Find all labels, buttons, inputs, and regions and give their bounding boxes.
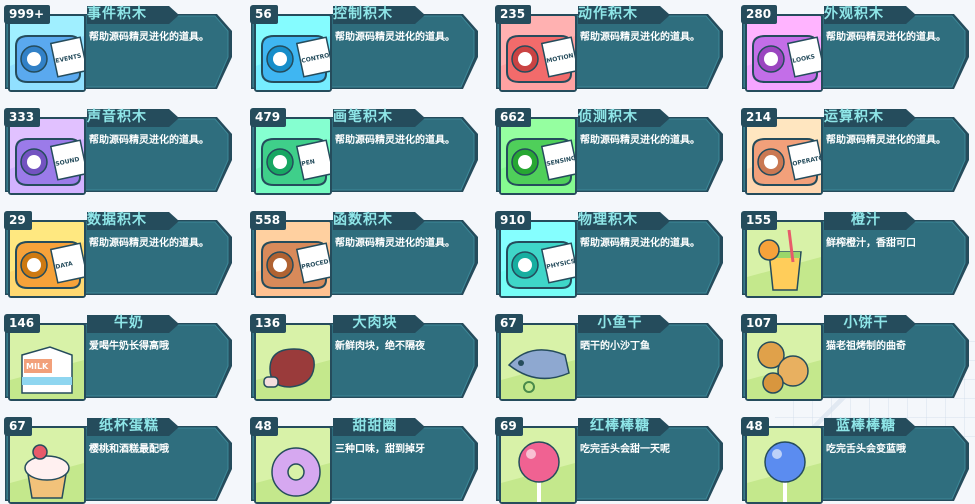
- item-name: 红棒棒糖: [590, 418, 650, 434]
- item-description: 帮助源码精灵进化的道具。: [826, 32, 946, 43]
- item-name: 大肉块: [352, 315, 398, 331]
- item-count-badge: 136: [250, 314, 287, 333]
- item-count-badge: 479: [250, 108, 287, 127]
- item-description: 帮助源码精灵进化的道具。: [89, 135, 209, 146]
- inventory-item-card[interactable]: 67 小鱼干 晒干的小沙丁鱼: [494, 314, 726, 401]
- item-description: 晒干的小沙丁鱼: [580, 341, 650, 352]
- item-name: 甜甜圈: [352, 418, 398, 434]
- inventory-item-card[interactable]: PHYSICS 910 物理积木 帮助源码精灵进化的道具。: [494, 211, 726, 298]
- looks-block-icon: LOOKS: [745, 14, 823, 92]
- item-name: 物理积木: [578, 212, 638, 228]
- item-description: 鲜榨橙汁，香甜可口: [826, 238, 916, 249]
- dried-fish-icon: [499, 323, 577, 401]
- inventory-grid: EVENTS 999+ 事件积木 帮助源码精灵进化的道具。 CONTROL 56…: [0, 0, 975, 504]
- item-name: 蓝棒棒糖: [836, 418, 896, 434]
- physics-block-icon: PHYSICS: [499, 220, 577, 298]
- inventory-item-card[interactable]: DATA 29 数据积木 帮助源码精灵进化的道具。: [3, 211, 235, 298]
- item-description: 帮助源码精灵进化的道具。: [826, 135, 946, 146]
- cookie-icon: [745, 323, 823, 401]
- item-count-badge: 333: [4, 108, 41, 127]
- item-count-badge: 48: [741, 417, 769, 436]
- item-count-badge: 155: [741, 211, 778, 230]
- item-count-badge: 29: [4, 211, 32, 230]
- item-description: 猫老祖烤制的曲奇: [826, 341, 906, 352]
- item-description: 帮助源码精灵进化的道具。: [89, 238, 209, 249]
- item-count-badge: 69: [495, 417, 523, 436]
- item-count-badge: 56: [250, 5, 278, 24]
- inventory-item-card[interactable]: 48 甜甜圈 三种口味，甜到掉牙: [249, 417, 481, 504]
- blue-lollipop-icon: [745, 426, 823, 504]
- inventory-item-card[interactable]: CONTROL 56 控制积木 帮助源码精灵进化的道具。: [249, 5, 481, 92]
- item-name: 外观积木: [824, 6, 884, 22]
- item-name: 牛奶: [114, 315, 144, 331]
- item-count-badge: 662: [495, 108, 532, 127]
- svg-text:MILK: MILK: [26, 362, 49, 371]
- inventory-item-card[interactable]: 67 纸杯蛋糕 樱桃和酒糕最配哦: [3, 417, 235, 504]
- meat-chunk-icon: [254, 323, 332, 401]
- item-count-badge: 48: [250, 417, 278, 436]
- inventory-item-card[interactable]: MOTION 235 动作积木 帮助源码精灵进化的道具。: [494, 5, 726, 92]
- item-count-badge: 146: [4, 314, 41, 333]
- item-count-badge: 280: [741, 5, 778, 24]
- milk-carton-icon: MILK: [8, 323, 86, 401]
- item-description: 帮助源码精灵进化的道具。: [580, 135, 700, 146]
- events-block-icon: EVENTS: [8, 14, 86, 92]
- inventory-item-card[interactable]: SOUND 333 声音积木 帮助源码精灵进化的道具。: [3, 108, 235, 195]
- item-name: 函数积木: [333, 212, 393, 228]
- red-lollipop-icon: [499, 426, 577, 504]
- item-name: 事件积木: [87, 6, 147, 22]
- inventory-item-card[interactable]: 155 橙汁 鲜榨橙汁，香甜可口: [740, 211, 972, 298]
- procedures-block-icon: PROCED: [254, 220, 332, 298]
- item-name: 运算积木: [824, 109, 884, 125]
- item-description: 帮助源码精灵进化的道具。: [335, 135, 455, 146]
- cupcake-icon: [8, 426, 86, 504]
- inventory-item-card[interactable]: 69 红棒棒糖 吃完舌头会甜一天呢: [494, 417, 726, 504]
- inventory-item-card[interactable]: PROCED 558 函数积木 帮助源码精灵进化的道具。: [249, 211, 481, 298]
- item-description: 新鲜肉块，绝不隔夜: [335, 341, 425, 352]
- item-name: 画笔积木: [333, 109, 393, 125]
- item-name: 侦测积木: [578, 109, 638, 125]
- item-count-badge: 235: [495, 5, 532, 24]
- inventory-item-card[interactable]: PEN 479 画笔积木 帮助源码精灵进化的道具。: [249, 108, 481, 195]
- item-count-badge: 214: [741, 108, 778, 127]
- item-count-badge: 999+: [4, 5, 51, 24]
- sensing-block-icon: SENSING: [499, 117, 577, 195]
- item-description: 帮助源码精灵进化的道具。: [580, 238, 700, 249]
- item-count-badge: 107: [741, 314, 778, 333]
- orange-juice-icon: [745, 220, 823, 298]
- inventory-item-card[interactable]: MILK 146 牛奶 爱喝牛奶长得高哦: [3, 314, 235, 401]
- item-count-badge: 910: [495, 211, 532, 230]
- inventory-item-card[interactable]: EVENTS 999+ 事件积木 帮助源码精灵进化的道具。: [3, 5, 235, 92]
- pen-block-icon: PEN: [254, 117, 332, 195]
- operators-block-icon: OPERATO: [745, 117, 823, 195]
- item-name: 小鱼干: [597, 315, 643, 331]
- item-count-badge: 67: [4, 417, 32, 436]
- inventory-item-card[interactable]: LOOKS 280 外观积木 帮助源码精灵进化的道具。: [740, 5, 972, 92]
- data-block-icon: DATA: [8, 220, 86, 298]
- item-count-badge: 67: [495, 314, 523, 333]
- donut-icon: [254, 426, 332, 504]
- item-name: 声音积木: [87, 109, 147, 125]
- item-name: 小饼干: [843, 315, 889, 331]
- item-name: 控制积木: [333, 6, 393, 22]
- item-name: 动作积木: [578, 6, 638, 22]
- motion-block-icon: MOTION: [499, 14, 577, 92]
- item-name: 纸杯蛋糕: [99, 418, 159, 434]
- inventory-item-card[interactable]: 107 小饼干 猫老祖烤制的曲奇: [740, 314, 972, 401]
- inventory-item-card[interactable]: 136 大肉块 新鲜肉块，绝不隔夜: [249, 314, 481, 401]
- item-description: 帮助源码精灵进化的道具。: [335, 32, 455, 43]
- inventory-item-card[interactable]: 48 蓝棒棒糖 吃完舌头会变蓝哦: [740, 417, 972, 504]
- inventory-item-card[interactable]: SENSING 662 侦测积木 帮助源码精灵进化的道具。: [494, 108, 726, 195]
- item-name: 数据积木: [87, 212, 147, 228]
- control-block-icon: CONTROL: [254, 14, 332, 92]
- item-description: 帮助源码精灵进化的道具。: [335, 238, 455, 249]
- item-description: 帮助源码精灵进化的道具。: [89, 32, 209, 43]
- item-description: 帮助源码精灵进化的道具。: [580, 32, 700, 43]
- item-description: 爱喝牛奶长得高哦: [89, 341, 169, 352]
- item-name: 橙汁: [851, 212, 881, 228]
- item-count-badge: 558: [250, 211, 287, 230]
- inventory-item-card[interactable]: OPERATO 214 运算积木 帮助源码精灵进化的道具。: [740, 108, 972, 195]
- sound-block-icon: SOUND: [8, 117, 86, 195]
